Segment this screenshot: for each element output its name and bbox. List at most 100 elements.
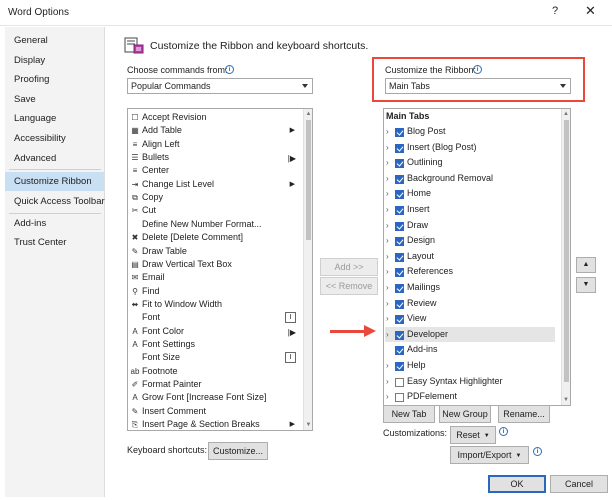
chevron-right-icon[interactable]: › [386,155,389,170]
chevron-right-icon[interactable]: › [386,389,389,404]
ribbon-tab-item[interactable]: › Blog Post [385,124,555,140]
tab-checkbox[interactable] [395,252,404,262]
sidebar-item-advanced[interactable]: Advanced [5,149,104,168]
chevron-right-icon[interactable]: › [386,202,389,217]
ribbon-tab-item[interactable]: › Help [385,358,555,374]
scroll-down-icon[interactable]: ▼ [304,420,312,430]
sidebar-item-save[interactable]: Save [5,90,104,109]
ribbon-tab-item[interactable]: › Home [385,186,555,202]
command-item[interactable]: ✖ Delete [Delete Comment] [129,231,297,244]
cancel-button[interactable]: Cancel [550,475,608,493]
move-down-button[interactable]: ▼ [576,277,596,293]
chevron-right-icon[interactable]: › [386,186,389,201]
chevron-right-icon[interactable]: › [386,311,389,326]
command-item[interactable]: ✎ Draw Table [129,245,297,258]
ribbon-tab-item[interactable]: Add-ins [385,342,555,358]
command-item[interactable]: ✐ Format Painter [129,378,297,391]
command-item[interactable]: ⎘ Insert Page & Section Breaks ▶ [129,418,297,430]
command-item[interactable]: ▦ Add Table ▶ [129,124,297,137]
command-item[interactable]: ☐ Accept Revision [129,111,297,124]
chevron-right-icon[interactable]: › [386,218,389,233]
import-export-button[interactable]: Import/Export ▼ [450,446,529,464]
ribbon-tab-item[interactable]: › Mailings [385,280,555,296]
chevron-right-icon[interactable]: › [386,171,389,186]
command-item[interactable]: ⬌ Fit to Window Width [129,298,297,311]
tab-checkbox[interactable] [395,346,404,356]
chevron-right-icon[interactable]: › [386,249,389,264]
command-item[interactable]: ☰ Bullets |▶ [129,151,297,164]
command-item[interactable]: A Font Color |▶ [129,325,297,338]
command-item[interactable]: ⇥ Change List Level ▶ [129,178,297,191]
command-item[interactable]: ≡ Center [129,164,297,177]
sidebar-item-display[interactable]: Display [5,51,104,70]
tab-checkbox[interactable] [395,159,404,169]
tab-checkbox[interactable] [395,221,404,231]
reset-button[interactable]: Reset ▼ [450,426,496,444]
tab-checkbox[interactable] [395,237,404,247]
scroll-up-icon[interactable]: ▲ [304,109,312,119]
commands-list[interactable]: ☐ Accept Revision ▦ Add Table ▶ ≡ Align Left ☰ B… [127,108,313,431]
tab-checkbox[interactable] [395,128,404,137]
command-item[interactable]: ≡ Align Left [129,138,297,151]
ribbon-tab-item[interactable]: › Design [385,233,555,249]
sidebar-item-accessibility[interactable]: Accessibility [5,129,104,148]
chevron-right-icon[interactable]: › [386,124,389,139]
sidebar-item-customize-ribbon[interactable]: Customize Ribbon [5,172,104,191]
remove-button[interactable]: << Remove [320,277,378,295]
new-group-button[interactable]: New Group [439,405,491,423]
chevron-right-icon[interactable]: › [386,358,389,373]
ribbon-tab-item[interactable]: › Easy Syntax Highlighter [385,374,555,390]
tab-checkbox[interactable] [395,284,404,293]
choose-commands-dropdown[interactable]: Popular Commands [127,78,313,94]
ribbon-tab-item[interactable]: › PDFelement [385,389,555,405]
command-item[interactable]: ▤ Draw Vertical Text Box [129,258,297,271]
command-item[interactable]: ⧉ Copy [129,191,297,204]
ribbon-tab-item[interactable]: › Layout [385,249,555,265]
sidebar-item-general[interactable]: General [5,31,104,50]
commands-scrollbar[interactable]: ▲ ▼ [303,109,312,430]
tab-checkbox[interactable] [395,268,404,278]
command-item[interactable]: Font Size I [129,351,297,364]
sidebar-item-quick-access-toolbar[interactable]: Quick Access Toolbar [5,192,105,211]
command-item[interactable]: ✂ Cut [129,204,297,217]
ribbon-tab-item[interactable]: › Draw [385,218,555,234]
info-icon[interactable]: i [533,447,542,456]
info-icon[interactable]: i [499,427,508,436]
new-tab-button[interactable]: New Tab [383,405,435,423]
command-item[interactable]: A Grow Font [Increase Font Size] [129,391,297,404]
ribbon-tab-item[interactable]: › View [385,311,555,327]
chevron-right-icon[interactable]: › [386,264,389,279]
command-item[interactable]: ✉ Email [129,271,297,284]
sidebar-item-trust-center[interactable]: Trust Center [5,233,104,252]
chevron-right-icon[interactable]: › [386,327,389,342]
chevron-right-icon[interactable]: › [386,296,389,311]
tab-checkbox[interactable] [395,330,404,340]
info-icon[interactable]: i [225,65,234,74]
tab-checkbox[interactable] [395,143,404,153]
chevron-right-icon[interactable]: › [386,233,389,248]
move-up-button[interactable]: ▲ [576,257,596,273]
tab-checkbox[interactable] [395,393,404,403]
ribbon-tab-item[interactable]: › Insert [385,202,555,218]
command-item[interactable]: ✎ Insert Comment [129,405,297,418]
chevron-right-icon[interactable]: › [386,140,389,155]
tab-checkbox[interactable] [395,299,404,309]
ribbon-tab-item[interactable]: › Developer [385,326,555,343]
tab-checkbox[interactable] [395,190,404,200]
tab-checkbox[interactable] [395,174,404,184]
ribbon-tab-item[interactable]: › Background Removal [385,171,555,187]
chevron-right-icon[interactable]: › [386,280,389,295]
scroll-down-icon[interactable]: ▼ [562,395,570,405]
sidebar-item-add-ins[interactable]: Add-ins [5,214,104,233]
ribbon-tab-item[interactable]: › Outlining [385,155,555,171]
ribbon-tab-item[interactable]: › Review [385,296,555,312]
tab-checkbox[interactable] [395,206,404,215]
close-icon[interactable]: ✕ [585,3,596,19]
ribbon-tab-item[interactable]: › Insert (Blog Post) [385,140,555,156]
tab-checkbox[interactable] [395,377,404,387]
customize-shortcuts-button[interactable]: Customize... [208,442,268,460]
rename-button[interactable]: Rename... [498,405,550,423]
command-item[interactable]: A Font Settings [129,338,297,351]
scroll-thumb[interactable] [306,120,311,240]
chevron-right-icon[interactable]: › [386,374,389,389]
